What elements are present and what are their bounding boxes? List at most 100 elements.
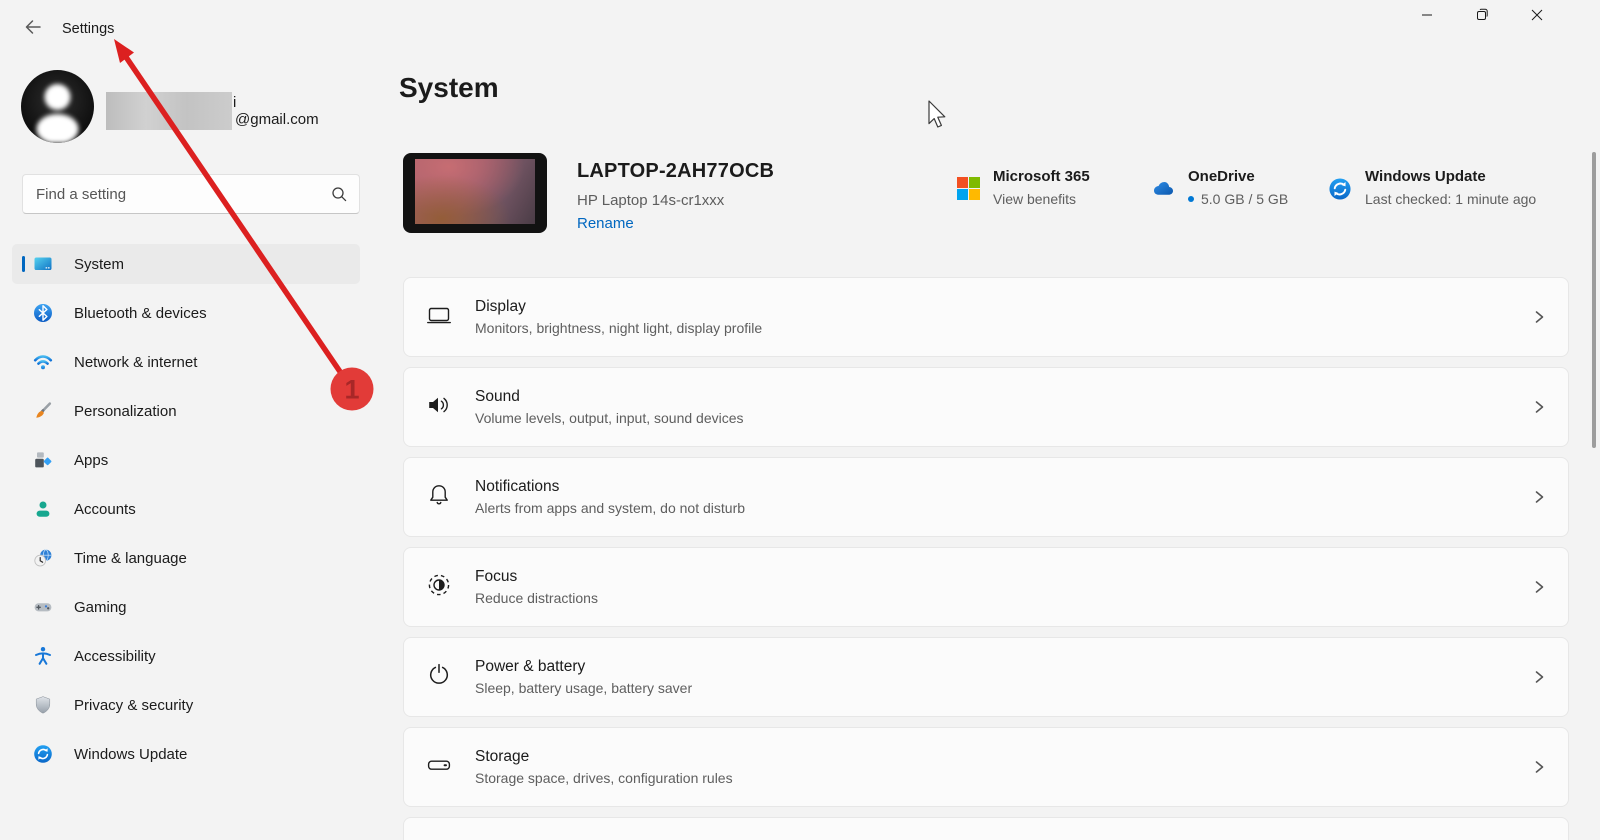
chevron-right-icon — [1532, 760, 1546, 774]
chevron-right-icon — [1532, 670, 1546, 684]
gaming-icon — [33, 597, 53, 617]
search-input[interactable] — [23, 175, 359, 213]
sidebar-item-label: Privacy & security — [74, 696, 194, 714]
row-subtitle: Storage space, drives, configuration rul… — [475, 770, 733, 786]
search-box[interactable] — [22, 174, 360, 214]
rename-link[interactable]: Rename — [577, 215, 634, 232]
sidebar-item-windows-update[interactable]: Windows Update — [12, 734, 360, 774]
row-subtitle: Sleep, battery usage, battery saver — [475, 680, 693, 696]
chevron-right-icon — [1532, 310, 1546, 324]
selected-indicator — [22, 256, 25, 272]
settings-row-notifications[interactable]: Notifications Alerts from apps and syste… — [403, 457, 1569, 537]
row-title: Sound — [475, 388, 520, 405]
sidebar-item-network-internet[interactable]: Network & internet — [12, 342, 360, 382]
settings-window: Settings i @gmail.com System — [0, 0, 1600, 840]
row-title: Focus — [475, 568, 518, 585]
vertical-scrollbar-thumb[interactable] — [1592, 152, 1596, 448]
tile-microsoft-365[interactable]: Microsoft 365 View benefits — [957, 168, 1090, 207]
device-model: HP Laptop 14s-cr1xxx — [577, 192, 725, 209]
sidebar-item-accessibility[interactable]: Accessibility — [12, 636, 360, 676]
redacted-username — [106, 92, 232, 130]
row-title: Display — [475, 298, 526, 315]
back-arrow-icon — [24, 18, 42, 41]
sidebar-item-label: Time & language — [74, 549, 187, 567]
row-subtitle: Monitors, brightness, night light, displ… — [475, 320, 763, 336]
sidebar-item-label: Windows Update — [74, 745, 188, 763]
tile-title: OneDrive — [1188, 168, 1255, 185]
mouse-cursor — [928, 100, 948, 135]
tile-subtitle: 5.0 GB / 5 GB — [1201, 191, 1289, 207]
onedrive-usage-dot — [1188, 196, 1194, 202]
row-title: Power & battery — [475, 658, 586, 675]
restore-icon — [1476, 8, 1489, 26]
page-title: System — [399, 72, 499, 103]
sidebar-item-label: Gaming — [74, 598, 127, 616]
sidebar-item-apps[interactable]: Apps — [12, 440, 360, 480]
close-button[interactable] — [1514, 0, 1560, 34]
device-name: LAPTOP-2AH77OCB — [577, 160, 775, 182]
apps-icon — [33, 450, 53, 470]
settings-row-focus[interactable]: Focus Reduce distractions — [403, 547, 1569, 627]
onedrive-cloud-icon — [1145, 177, 1175, 207]
tile-subtitle: View benefits — [993, 191, 1077, 207]
username-fragment: i — [233, 94, 237, 111]
sidebar-item-accounts[interactable]: Accounts — [12, 489, 360, 529]
notifications-icon — [425, 481, 453, 514]
bluetooth-icon — [33, 303, 53, 323]
tile-title: Windows Update — [1365, 168, 1486, 185]
minimize-icon — [1421, 8, 1433, 26]
sidebar-item-personalization[interactable]: Personalization — [12, 391, 360, 431]
avatar[interactable] — [21, 70, 94, 143]
tile-subtitle: Last checked: 1 minute ago — [1365, 191, 1537, 207]
row-subtitle: Reduce distractions — [475, 590, 598, 606]
settings-row-sound[interactable]: Sound Volume levels, output, input, soun… — [403, 367, 1569, 447]
power-icon — [425, 661, 453, 694]
back-button[interactable] — [16, 13, 50, 45]
sidebar-item-privacy-security[interactable]: Privacy & security — [12, 685, 360, 725]
device-wallpaper — [415, 159, 535, 224]
sidebar-item-label: System — [74, 255, 125, 273]
search-icon — [331, 186, 348, 208]
row-title: Storage — [475, 748, 530, 765]
accessibility-icon — [33, 646, 53, 666]
tile-windows-update[interactable]: Windows Update Last checked: 1 minute ag… — [1328, 168, 1536, 207]
device-image — [403, 153, 547, 233]
system-icon — [33, 254, 53, 274]
close-icon — [1531, 8, 1543, 26]
chevron-right-icon — [1532, 400, 1546, 414]
settings-row-storage[interactable]: Storage Storage space, drives, configura… — [403, 727, 1569, 807]
sound-icon — [425, 391, 453, 424]
row-subtitle: Alerts from apps and system, do not dist… — [475, 500, 746, 516]
privacy-security-icon — [33, 695, 53, 715]
chevron-right-icon — [1532, 490, 1546, 504]
settings-row-power-battery[interactable]: Power & battery Sleep, battery usage, ba… — [403, 637, 1569, 717]
restore-button[interactable] — [1459, 0, 1505, 34]
tile-title: Microsoft 365 — [993, 168, 1090, 185]
personalization-icon — [33, 401, 53, 421]
sidebar-item-label: Bluetooth & devices — [74, 304, 207, 322]
accounts-icon — [33, 499, 53, 519]
sidebar-item-time-language[interactable]: Time & language — [12, 538, 360, 578]
row-title: Notifications — [475, 478, 560, 495]
microsoft-logo — [957, 177, 980, 207]
account-email: @gmail.com — [235, 111, 319, 128]
row-subtitle: Volume levels, output, input, sound devi… — [475, 410, 744, 426]
display-icon — [425, 301, 453, 334]
sidebar-item-label: Personalization — [74, 402, 177, 420]
sidebar-item-gaming[interactable]: Gaming — [12, 587, 360, 627]
time-language-icon — [33, 548, 53, 568]
sidebar-item-system[interactable]: System — [12, 244, 360, 284]
minimize-button[interactable] — [1404, 0, 1450, 34]
tile-onedrive[interactable]: OneDrive 5.0 GB / 5 GB — [1145, 168, 1288, 207]
window-title: Settings — [62, 21, 115, 37]
sidebar-item-bluetooth-devices[interactable]: Bluetooth & devices — [12, 293, 360, 333]
sidebar-item-label: Accounts — [74, 500, 136, 518]
network-icon — [33, 352, 53, 372]
chevron-right-icon — [1532, 580, 1546, 594]
storage-icon — [425, 751, 453, 784]
sidebar-item-label: Network & internet — [74, 353, 198, 371]
settings-row-partial[interactable] — [403, 817, 1569, 840]
settings-row-display[interactable]: Display Monitors, brightness, night ligh… — [403, 277, 1569, 357]
sidebar-item-label: Apps — [74, 451, 109, 469]
sidebar: System Bluetooth & devices Network & int… — [12, 244, 360, 783]
